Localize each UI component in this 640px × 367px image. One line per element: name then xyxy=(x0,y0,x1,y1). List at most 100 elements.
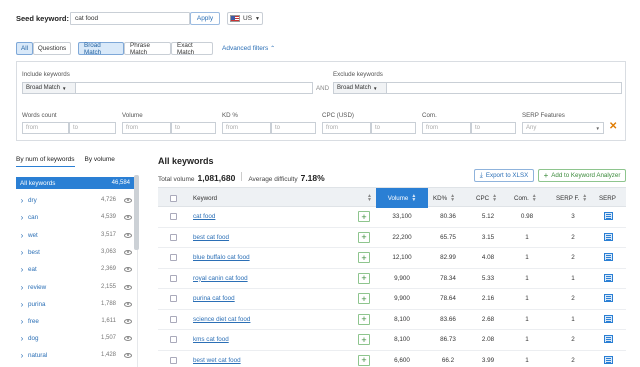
keyword-link[interactable]: best cat food xyxy=(193,234,229,241)
tab-broad-match[interactable]: Broad Match xyxy=(78,42,124,56)
serp-features-cell[interactable]: 2 xyxy=(563,234,583,241)
exclude-match-select[interactable]: Broad Match ▼ xyxy=(333,82,387,94)
row-checkbox[interactable] xyxy=(170,254,177,261)
tab-by-num-keywords[interactable]: By num of keywords xyxy=(16,156,75,167)
sidebar-item-wet[interactable]: › wet 3,517 xyxy=(16,229,134,241)
sidebar-item-can[interactable]: › can 4,539 xyxy=(16,211,134,223)
add-keyword-button[interactable]: + xyxy=(358,313,370,325)
col-volume[interactable]: Volume ▲ ▼ xyxy=(376,188,428,208)
include-match-select[interactable]: Broad Match ▼ xyxy=(22,82,76,94)
apply-button[interactable]: Apply xyxy=(190,12,220,25)
eye-icon[interactable] xyxy=(124,284,132,290)
sidebar-item-eat[interactable]: › eat 2,369 xyxy=(16,263,134,275)
serp-icon[interactable] xyxy=(604,355,613,364)
col-serp-f[interactable]: SERP F. ▲ ▼ xyxy=(556,188,592,208)
volume-to[interactable]: to xyxy=(171,122,216,134)
sort-icon[interactable]: ▲ ▼ xyxy=(364,188,374,208)
add-keyword-button[interactable]: + xyxy=(358,231,370,243)
eye-icon[interactable] xyxy=(124,335,132,341)
eye-icon[interactable] xyxy=(124,301,132,307)
eye-icon[interactable] xyxy=(124,214,132,220)
cpc-to[interactable]: to xyxy=(371,122,416,134)
row-checkbox[interactable] xyxy=(170,315,177,323)
export-xlsx-button[interactable]: ⤓ Export to XLSX xyxy=(474,169,534,182)
add-to-keyword-analyzer-button[interactable]: + Add to Keyword Analyzer xyxy=(538,169,626,182)
col-kd[interactable]: KD% ▲ ▼ xyxy=(433,188,468,208)
exclude-keywords-input[interactable] xyxy=(386,82,622,94)
keyword-link[interactable]: purina cat food xyxy=(193,295,235,302)
eye-icon[interactable] xyxy=(124,266,132,272)
cpc-from[interactable]: from xyxy=(322,122,371,134)
eye-icon[interactable] xyxy=(124,249,132,255)
add-keyword-button[interactable]: + xyxy=(358,293,370,304)
sidebar-item-purina[interactable]: › purina 1,788 xyxy=(16,298,134,310)
row-checkbox[interactable] xyxy=(170,274,177,282)
tab-all[interactable]: All xyxy=(16,42,33,55)
tab-questions[interactable]: Questions xyxy=(33,42,71,55)
serp-icon[interactable] xyxy=(604,314,613,323)
keyword-link[interactable]: science diet cat food xyxy=(193,316,250,323)
sidebar-scrollbar[interactable] xyxy=(134,175,139,250)
col-cpc[interactable]: CPC ▲ ▼ xyxy=(476,188,504,208)
eye-icon[interactable] xyxy=(124,352,132,358)
serp-icon[interactable] xyxy=(604,212,613,220)
serp-icon[interactable] xyxy=(604,232,613,241)
advanced-filters-toggle[interactable]: Advanced filters ⌃ xyxy=(222,45,275,52)
row-checkbox[interactable] xyxy=(170,213,177,220)
com-from[interactable]: from xyxy=(422,122,471,134)
eye-icon[interactable] xyxy=(124,197,132,203)
database-select[interactable]: US ▼ xyxy=(227,12,263,25)
serp-icon[interactable] xyxy=(604,273,613,282)
serp-features-cell[interactable]: 2 xyxy=(563,295,583,302)
sidebar-item-dog[interactable]: › dog 1,507 xyxy=(16,332,134,344)
eye-icon[interactable] xyxy=(124,232,132,238)
keyword-link[interactable]: best wet cat food xyxy=(193,357,241,364)
col-com[interactable]: Com. ▲ ▼ xyxy=(514,188,544,208)
tab-by-volume[interactable]: By volume xyxy=(85,156,115,167)
volume-cell: 6,600 xyxy=(394,356,410,364)
sidebar-item-free[interactable]: › free 1,611 xyxy=(16,315,134,327)
tab-exact-match[interactable]: Exact Match xyxy=(171,42,213,56)
sidebar-item-dry[interactable]: › dry 4,726 xyxy=(16,194,134,206)
volume-from[interactable]: from xyxy=(122,122,171,134)
serp-icon[interactable] xyxy=(604,253,613,261)
serp-features-cell[interactable]: 2 xyxy=(563,254,583,261)
keyword-link[interactable]: blue buffalo cat food xyxy=(193,254,250,261)
add-keyword-button[interactable]: + xyxy=(358,354,370,366)
kd-to[interactable]: to xyxy=(271,122,316,134)
include-keywords-input[interactable] xyxy=(75,82,313,94)
add-keyword-button[interactable]: + xyxy=(358,272,370,284)
sidebar-item-all-keywords[interactable]: All keywords 46,584 xyxy=(16,177,134,189)
tab-phrase-match[interactable]: Phrase Match xyxy=(124,42,171,56)
serp-icon[interactable] xyxy=(604,335,613,343)
select-all-checkbox[interactable] xyxy=(170,194,177,202)
com-to[interactable]: to xyxy=(471,122,516,134)
serp-features-cell[interactable]: 1 xyxy=(563,275,583,282)
row-checkbox[interactable] xyxy=(170,295,177,302)
serp-icon[interactable] xyxy=(604,294,613,302)
sidebar-item-review[interactable]: › review 2,155 xyxy=(16,281,134,293)
serp-features-cell[interactable]: 2 xyxy=(563,336,583,343)
clear-filters-icon[interactable]: ✕ xyxy=(609,121,617,132)
serp-features-cell[interactable]: 3 xyxy=(563,213,583,220)
add-keyword-button[interactable]: + xyxy=(358,334,370,345)
sidebar-item-best[interactable]: › best 3,063 xyxy=(16,246,134,258)
row-checkbox[interactable] xyxy=(170,356,177,364)
eye-icon[interactable] xyxy=(124,318,132,324)
keyword-link[interactable]: cat food xyxy=(193,213,215,220)
serp-features-cell[interactable]: 2 xyxy=(563,357,583,364)
words-count-to[interactable]: to xyxy=(69,122,116,134)
kd-from[interactable]: from xyxy=(222,122,271,134)
seed-keyword-input[interactable]: cat food xyxy=(70,12,190,25)
sidebar-item-natural[interactable]: › natural 1,428 xyxy=(16,349,134,361)
col-keyword[interactable]: Keyword xyxy=(193,188,373,208)
keyword-link[interactable]: kms cat food xyxy=(193,336,229,343)
keyword-link[interactable]: royal canin cat food xyxy=(193,275,248,282)
words-count-from[interactable]: from xyxy=(22,122,69,134)
add-keyword-button[interactable]: + xyxy=(358,211,370,222)
serp-features-select[interactable]: Any ▼ xyxy=(522,122,604,134)
row-checkbox[interactable] xyxy=(170,233,177,241)
add-keyword-button[interactable]: + xyxy=(358,252,370,263)
row-checkbox[interactable] xyxy=(170,336,177,343)
serp-features-cell[interactable]: 1 xyxy=(563,316,583,323)
